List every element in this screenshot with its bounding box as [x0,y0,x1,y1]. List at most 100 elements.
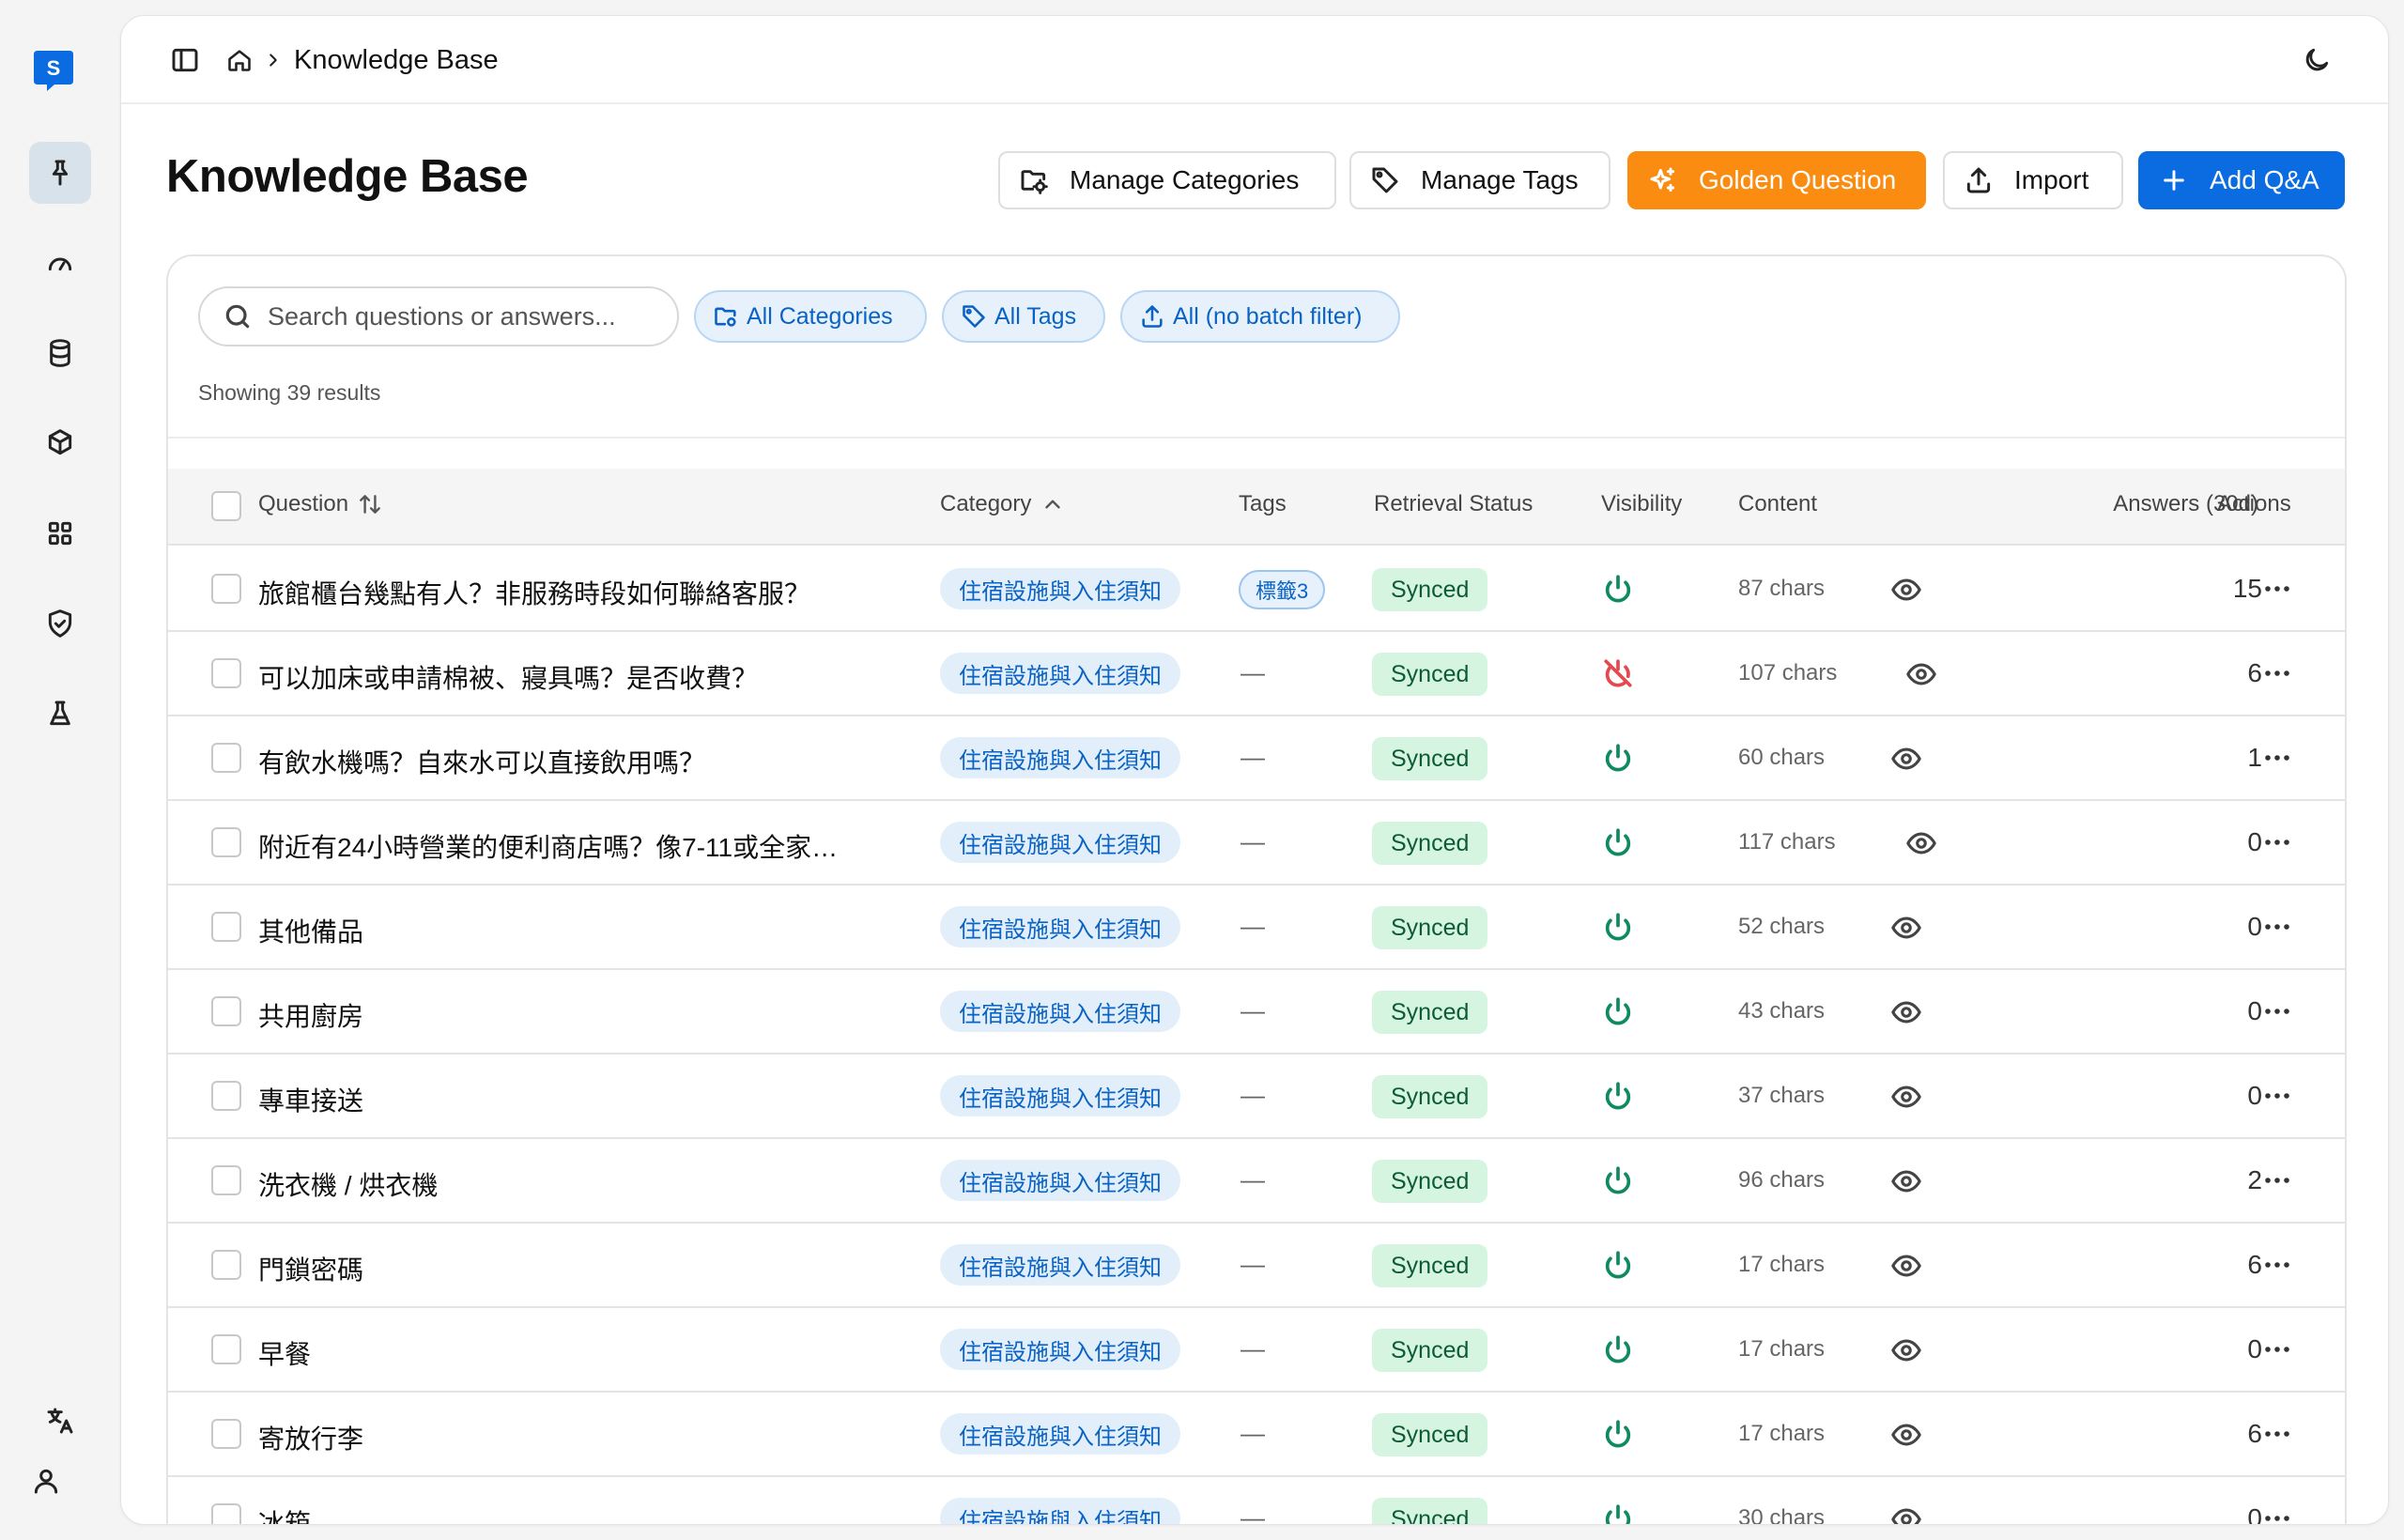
preview-button[interactable] [1905,658,1937,690]
row-checkbox[interactable] [211,1334,241,1364]
question-text[interactable]: 附近有24小時營業的便利商店嗎？像7-11或全家便... [258,827,840,865]
batch-filter[interactable]: All (no batch filter) [1120,290,1400,343]
row-actions-button[interactable] [2257,572,2298,606]
preview-button[interactable] [1890,1081,1922,1113]
visibility-toggle[interactable] [1601,1417,1635,1451]
table-row[interactable]: 有飲水機嗎？自來水可以直接飲用嗎？ 住宿設施與入住須知 — Synced 60 … [168,716,2345,801]
preview-button[interactable] [1890,1334,1922,1366]
manage-tags-label: Manage Tags [1421,165,1579,194]
row-actions-button[interactable] [2257,656,2298,690]
tag-filter[interactable]: All Tags [942,290,1105,343]
question-text[interactable]: 冰箱 [258,1503,840,1524]
visibility-toggle[interactable] [1601,1079,1635,1113]
preview-button[interactable] [1890,1419,1922,1451]
row-checkbox[interactable] [211,1419,241,1449]
table-row[interactable]: 其他備品 住宿設施與入住須知 — Synced 52 chars 0 [168,886,2345,970]
table-row[interactable]: 專車接送 住宿設施與入住須知 — Synced 37 chars 0 [168,1055,2345,1139]
row-checkbox[interactable] [211,574,241,604]
question-text[interactable]: 洗衣機 / 烘衣機 [258,1165,840,1203]
home-breadcrumb[interactable] [223,43,256,77]
preview-button[interactable] [1890,1503,1922,1524]
visibility-toggle[interactable] [1601,741,1635,775]
question-text[interactable]: 有飲水機嗎？自來水可以直接飲用嗎？ [258,743,840,780]
row-checkbox[interactable] [211,1165,241,1195]
table-row[interactable]: 可以加床或申請棉被、寢具嗎？是否收費？ 住宿設施與入住須知 — Synced 1… [168,632,2345,716]
nav-dashboard[interactable] [29,232,91,294]
table-row[interactable]: 附近有24小時營業的便利商店嗎？像7-11或全家便... 住宿設施與入住須知 —… [168,801,2345,886]
import-button[interactable]: Import [1943,151,2123,209]
row-checkbox[interactable] [211,1250,241,1280]
visibility-toggle[interactable] [1601,994,1635,1028]
visibility-toggle[interactable] [1601,656,1635,690]
nav-lab[interactable] [29,683,91,745]
category-column-header[interactable]: Category [940,491,1065,517]
question-text[interactable]: 寄放行李 [258,1419,840,1456]
row-actions-button[interactable] [2257,1079,2298,1113]
row-checkbox[interactable] [211,996,241,1026]
nav-knowledge-base[interactable] [29,142,91,204]
nav-language[interactable] [29,1390,91,1452]
nav-data[interactable] [29,322,91,384]
select-all-checkbox[interactable] [211,491,241,521]
row-checkbox[interactable] [211,1081,241,1111]
preview-button[interactable] [1890,1165,1922,1197]
row-checkbox[interactable] [211,658,241,688]
question-column-header[interactable]: Question [258,491,382,517]
question-text[interactable]: 早餐 [258,1334,840,1372]
row-checkbox[interactable] [211,827,241,857]
row-checkbox[interactable] [211,743,241,773]
row-actions-button[interactable] [2257,825,2298,859]
nav-packages[interactable] [29,412,91,474]
table-row[interactable]: 旅館櫃台幾點有人？非服務時段如何聯絡客服？ 住宿設施與入住須知 標籤3 Sync… [168,547,2345,632]
visibility-toggle[interactable] [1601,1502,1635,1524]
app-logo[interactable]: S [32,49,75,92]
theme-toggle-button[interactable] [2300,43,2334,77]
preview-button[interactable] [1905,827,1937,859]
row-actions-button[interactable] [2257,910,2298,944]
manage-tags-button[interactable]: Manage Tags [1349,151,1610,209]
row-checkbox[interactable] [211,912,241,942]
search-box[interactable] [198,286,679,346]
table-row[interactable]: 共用廚房 住宿設施與入住須知 — Synced 43 chars 0 [168,970,2345,1055]
tag-badge[interactable]: 標籤3 [1239,570,1326,609]
table-row[interactable]: 冰箱 住宿設施與入住須知 — Synced 30 chars 0 [168,1477,2345,1524]
question-text[interactable]: 旅館櫃台幾點有人？非服務時段如何聯絡客服？ [258,574,840,611]
row-actions-button[interactable] [2257,994,2298,1028]
preview-button[interactable] [1890,996,1922,1028]
table-row[interactable]: 寄放行李 住宿設施與入住須知 — Synced 17 chars 6 [168,1393,2345,1477]
visibility-toggle[interactable] [1601,910,1635,944]
row-actions-button[interactable] [2257,1163,2298,1197]
sidebar-toggle-button[interactable] [168,43,202,77]
table-row[interactable]: 洗衣機 / 烘衣機 住宿設施與入住須知 — Synced 96 chars 2 [168,1139,2345,1224]
question-text[interactable]: 門鎖密碼 [258,1250,840,1287]
table-row[interactable]: 門鎖密碼 住宿設施與入住須知 — Synced 17 chars 6 [168,1224,2345,1308]
row-actions-button[interactable] [2257,1248,2298,1282]
question-text[interactable]: 可以加床或申請棉被、寢具嗎？是否收費？ [258,658,840,696]
question-text[interactable]: 其他備品 [258,912,840,949]
preview-button[interactable] [1890,743,1922,775]
question-text[interactable]: 專車接送 [258,1081,840,1118]
preview-button[interactable] [1890,912,1922,944]
category-filter[interactable]: All Categories [694,290,927,343]
manage-categories-button[interactable]: Manage Categories [998,151,1336,209]
visibility-toggle[interactable] [1601,1332,1635,1366]
visibility-toggle[interactable] [1601,1248,1635,1282]
row-checkbox[interactable] [211,1503,241,1524]
nav-user[interactable] [15,1450,77,1512]
visibility-toggle[interactable] [1601,825,1635,859]
nav-security[interactable] [29,593,91,654]
nav-apps[interactable] [29,502,91,564]
table-row[interactable]: 早餐 住宿設施與入住須知 — Synced 17 chars 0 [168,1308,2345,1393]
row-actions-button[interactable] [2257,1417,2298,1451]
visibility-toggle[interactable] [1601,572,1635,606]
preview-button[interactable] [1890,1250,1922,1282]
search-input[interactable] [268,301,662,331]
add-qa-button[interactable]: Add Q&A [2138,151,2345,209]
golden-question-button[interactable]: Golden Question [1627,151,1926,209]
question-text[interactable]: 共用廚房 [258,996,840,1034]
row-actions-button[interactable] [2257,1502,2298,1524]
row-actions-button[interactable] [2257,1332,2298,1366]
row-actions-button[interactable] [2257,741,2298,775]
preview-button[interactable] [1890,574,1922,606]
visibility-toggle[interactable] [1601,1163,1635,1197]
